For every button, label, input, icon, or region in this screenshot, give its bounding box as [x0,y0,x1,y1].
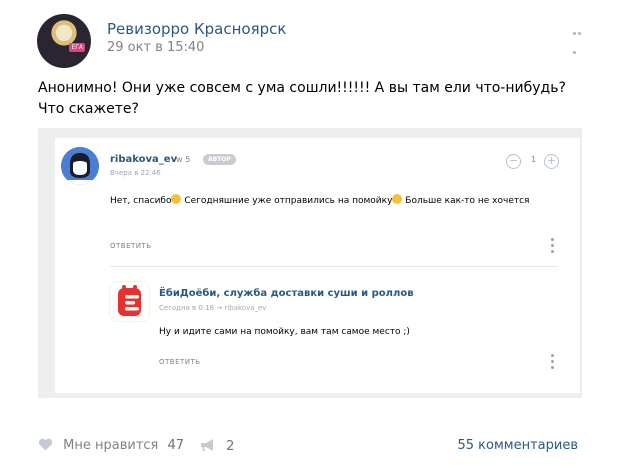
like-count: 47 [167,438,185,453]
sad-emoji-icon [392,194,403,204]
commenter-name[interactable]: ribakova_ev [110,154,177,165]
commenter-level: w 5 [176,155,191,164]
comment-text: Нет, спасибо Сегодняшние уже отправились… [110,194,530,209]
post-text: Анонимно! Они уже совсем с ума сошли!!!!… [38,80,566,117]
vote-down-icon[interactable]: − [506,154,521,169]
share-button[interactable]: 2 [200,438,234,454]
sub-comment-reply-button[interactable]: ОТВЕТИТЬ [159,358,201,366]
commenter-avatar[interactable] [61,147,99,185]
share-count: 2 [226,439,235,454]
comment-text-part1: Нет, спасибо [110,196,172,206]
like-button[interactable]: Мне нравится 47 [38,438,184,453]
comments-link[interactable]: 55 комментариев [458,438,579,453]
comment-date[interactable]: Вчера в 22:46 [110,169,161,177]
sub-comment-date[interactable]: Сегодня в 0:18 [159,304,214,312]
like-label: Мне нравится [63,438,159,453]
comment-text-part2: Сегодняшние уже отправились на помойку [181,196,393,206]
sub-comment-meta: Сегодня в 0:18 → ribakova_ev [159,304,266,312]
comment-text-part3: Больше как-то не хочется [402,196,530,206]
comment-vote-control: − 1 + [506,154,560,170]
post-more-icon[interactable] [572,20,584,54]
post-author[interactable]: Ревизорро Красноярск [107,20,286,38]
reply-arrow-icon: → [216,304,223,312]
sub-comment-text: Ну и идите сами на помойку, вам там само… [159,327,410,337]
sub-comment-more-icon[interactable] [550,354,554,372]
comment-divider [110,266,558,267]
comment-reply-button[interactable]: ОТВЕТИТЬ [110,242,152,250]
vote-up-icon[interactable]: + [544,154,559,169]
reply-to-user[interactable]: ribakova_ev [224,304,266,312]
smile-emoji-icon [171,194,182,204]
vote-count: 1 [531,155,537,164]
comment-more-icon[interactable] [550,238,554,256]
shop-name[interactable]: ЁбиДоёби, служба доставки суши и роллов [159,288,414,299]
heart-icon [38,438,53,451]
shop-logo[interactable] [109,281,150,322]
avatar-badge: ЕГА [69,43,85,52]
author-tag: АВТОР [203,154,236,165]
post-date[interactable]: 29 окт в 15:40 [107,40,204,55]
post-avatar[interactable]: ЕГА [37,14,91,68]
megaphone-icon [201,439,213,451]
